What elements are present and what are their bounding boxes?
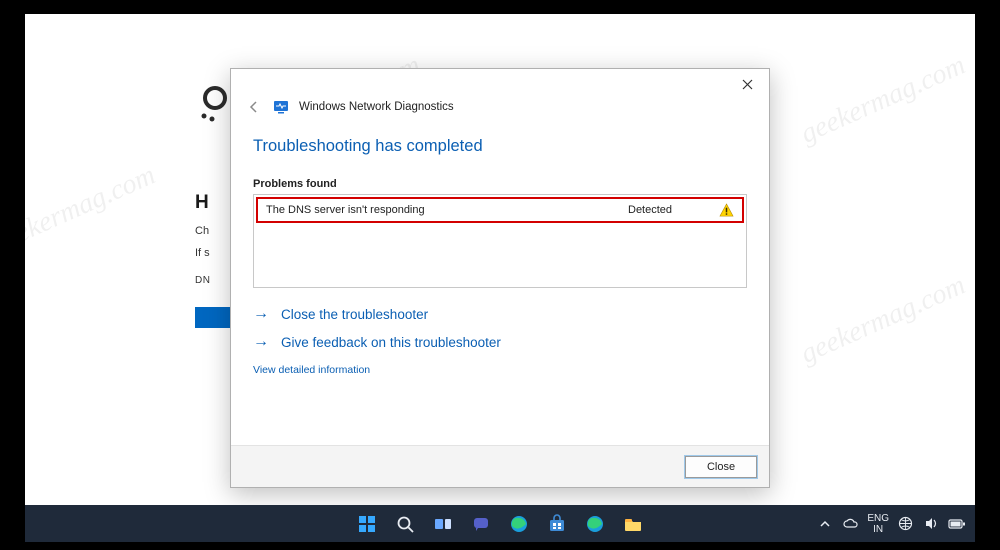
edge2-icon[interactable] (579, 508, 611, 540)
store-icon[interactable] (541, 508, 573, 540)
lang-top: ENG (867, 513, 889, 524)
close-icon[interactable] (731, 73, 763, 95)
language-indicator[interactable]: ENG IN (867, 513, 889, 535)
dialog-header: Windows Network Diagnostics (231, 99, 769, 119)
close-button[interactable]: Close (685, 456, 757, 478)
view-detailed-info-link[interactable]: View detailed information (253, 364, 370, 376)
watermark: geekermag.com (796, 269, 970, 370)
edge-icon[interactable] (503, 508, 535, 540)
volume-icon[interactable] (921, 508, 941, 540)
dialog-title: Windows Network Diagnostics (299, 101, 454, 113)
back-arrow-icon[interactable] (245, 100, 263, 114)
dialog-actions: → Close the troubleshooter → Give feedba… (253, 306, 747, 350)
problem-status: Detected (628, 204, 718, 216)
problems-label: Problems found (253, 178, 747, 190)
problems-list: The DNS server isn't responding Detected (253, 194, 747, 288)
close-troubleshooter-link[interactable]: → Close the troubleshooter (253, 306, 428, 322)
dialog-footer: Close (231, 445, 769, 487)
problem-text: The DNS server isn't responding (266, 204, 628, 216)
arrow-right-icon: → (253, 306, 269, 322)
battery-icon[interactable] (947, 508, 967, 540)
lang-bottom: IN (867, 524, 889, 535)
chat-icon[interactable] (465, 508, 497, 540)
problem-row[interactable]: The DNS server isn't responding Detected (256, 197, 744, 223)
warning-icon (718, 202, 734, 218)
tray-chevron-icon[interactable] (815, 508, 835, 540)
taskview-icon[interactable] (427, 508, 459, 540)
dialog-titlebar (231, 69, 769, 99)
taskbar-tray: ENG IN (815, 505, 967, 542)
status-heading: Troubleshooting has completed (253, 137, 747, 156)
diagnostics-icon (273, 99, 289, 115)
search-icon[interactable] (389, 508, 421, 540)
give-feedback-link[interactable]: → Give feedback on this troubleshooter (253, 334, 501, 350)
close-troubleshooter-label: Close the troubleshooter (281, 307, 428, 322)
give-feedback-label: Give feedback on this troubleshooter (281, 335, 501, 350)
taskbar: ENG IN (25, 505, 975, 542)
taskbar-center (351, 508, 649, 540)
explorer-icon[interactable] (617, 508, 649, 540)
dialog-body: Troubleshooting has completed Problems f… (231, 119, 769, 445)
watermark: geekermag.com (796, 49, 970, 150)
network-icon[interactable] (895, 508, 915, 540)
page-primary-button-partial[interactable] (195, 307, 230, 328)
screen-root: H Ch If s DN geekermag.com geekermag.com… (0, 0, 1000, 550)
arrow-right-icon: → (253, 334, 269, 350)
troubleshooter-dialog: Windows Network Diagnostics Troubleshoot… (230, 68, 770, 488)
watermark: geekermag.com (25, 159, 160, 260)
onedrive-icon[interactable] (841, 508, 861, 540)
start-icon[interactable] (351, 508, 383, 540)
